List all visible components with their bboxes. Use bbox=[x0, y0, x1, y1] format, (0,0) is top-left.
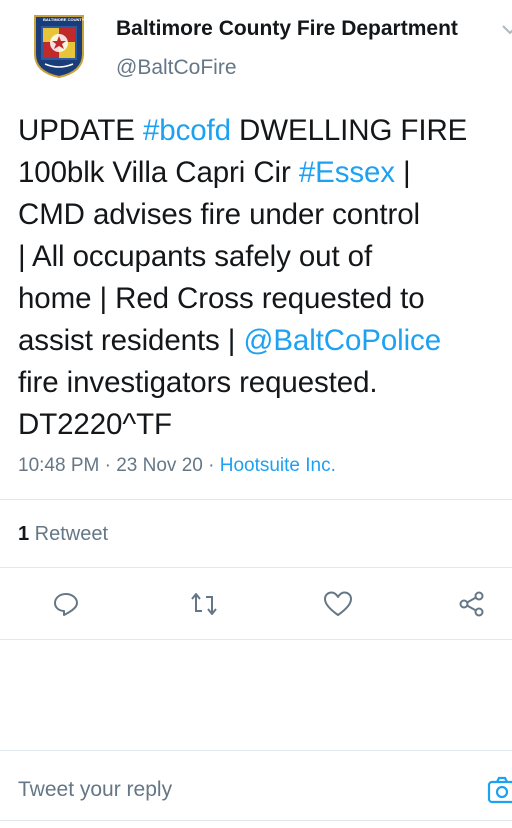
tweet-text-segment: UPDATE bbox=[18, 114, 143, 147]
share-button[interactable] bbox=[456, 588, 488, 620]
avatar-text: BALTIMORE COUNTY bbox=[43, 17, 85, 22]
tweet-text-segment: CMD advises fire under control bbox=[18, 198, 420, 231]
account-name[interactable]: Baltimore County Fire Department bbox=[116, 17, 458, 41]
tweet-text-segment: | All occupants safely out of bbox=[18, 240, 373, 273]
tweet-text-line: | All occupants safely out of bbox=[18, 236, 504, 278]
tweet-text-line: 100blk Villa Capri Cir #Essex | bbox=[18, 152, 504, 194]
tweet-text-line: fire investigators requested. bbox=[18, 362, 504, 404]
tweet-text-line: CMD advises fire under control bbox=[18, 194, 504, 236]
tweet-text-segment: DT2220^TF bbox=[18, 408, 172, 441]
tweet-meta: 10:48 PM · 23 Nov 20 · Hootsuite Inc. bbox=[18, 455, 336, 477]
tweet-date: 23 Nov 20 bbox=[116, 455, 203, 476]
tweet-text-segment: home | Red Cross requested to bbox=[18, 282, 425, 315]
divider bbox=[0, 499, 512, 500]
share-icon bbox=[459, 591, 484, 617]
meta-separator: · bbox=[99, 455, 117, 476]
camera-icon[interactable] bbox=[486, 774, 512, 806]
divider bbox=[0, 750, 512, 751]
tweet-text-segment: fire investigators requested. bbox=[18, 366, 378, 399]
retweet-button[interactable] bbox=[188, 588, 220, 620]
divider bbox=[0, 567, 512, 568]
hashtag-link[interactable]: #Essex bbox=[299, 156, 395, 189]
retweet-label: Retweet bbox=[29, 523, 109, 545]
tweet-text-segment: | bbox=[394, 156, 411, 189]
reply-button[interactable] bbox=[50, 588, 82, 620]
heart-icon bbox=[324, 591, 352, 616]
tweet-text-segment: 100blk Villa Capri Cir bbox=[18, 156, 299, 189]
divider bbox=[0, 639, 512, 640]
retweet-stats[interactable]: 1 Retweet bbox=[18, 523, 108, 546]
fire-department-badge-icon bbox=[34, 15, 84, 79]
tweet-source-link[interactable]: Hootsuite Inc. bbox=[220, 455, 336, 476]
avatar[interactable]: BALTIMORE COUNTY bbox=[33, 14, 85, 79]
reply-input[interactable] bbox=[18, 778, 458, 802]
meta-separator: · bbox=[202, 455, 220, 476]
reply-bar bbox=[0, 750, 512, 828]
account-handle[interactable]: @BaltCoFire bbox=[116, 56, 237, 80]
tweet-text-line: assist residents | @BaltCoPolice bbox=[18, 320, 504, 362]
retweet-icon bbox=[191, 593, 217, 615]
tweet-text-segment: DWELLING FIRE bbox=[230, 114, 468, 147]
tweet-text-line: DT2220^TF bbox=[18, 404, 504, 446]
tweet-text-segment: assist residents | bbox=[18, 324, 244, 357]
reply-icon bbox=[54, 593, 78, 616]
like-button[interactable] bbox=[322, 588, 354, 620]
tweet-header: BALTIMORE COUNTY Baltimore County Fire D… bbox=[0, 0, 512, 100]
retweet-count: 1 bbox=[18, 523, 30, 545]
divider bbox=[0, 820, 512, 821]
tweet-time: 10:48 PM bbox=[18, 455, 100, 476]
chevron-down-icon[interactable] bbox=[500, 22, 512, 38]
tweet-text-line: home | Red Cross requested to bbox=[18, 278, 504, 320]
mention-link[interactable]: @BaltCoPolice bbox=[243, 324, 441, 357]
tweet-text-line: UPDATE #bcofd DWELLING FIRE bbox=[18, 110, 504, 152]
tweet-text: UPDATE #bcofd DWELLING FIRE 100blk Villa … bbox=[18, 110, 504, 446]
hashtag-link[interactable]: #bcofd bbox=[143, 114, 231, 147]
